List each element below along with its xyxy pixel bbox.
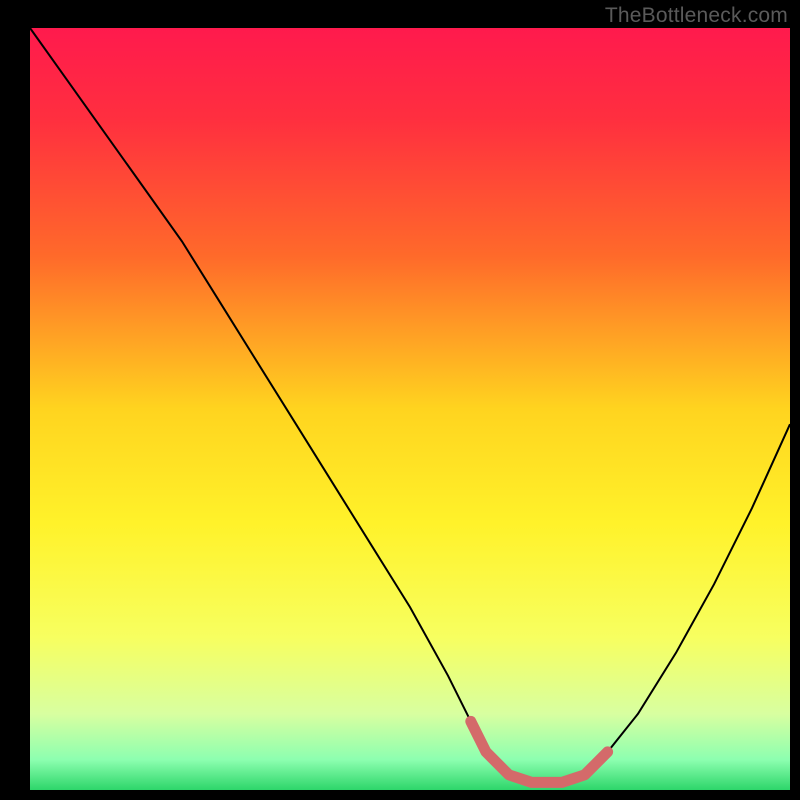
- chart-svg: [0, 0, 800, 800]
- gradient-background: [30, 28, 790, 790]
- chart-container: TheBottleneck.com: [0, 0, 800, 800]
- watermark-text: TheBottleneck.com: [605, 4, 788, 28]
